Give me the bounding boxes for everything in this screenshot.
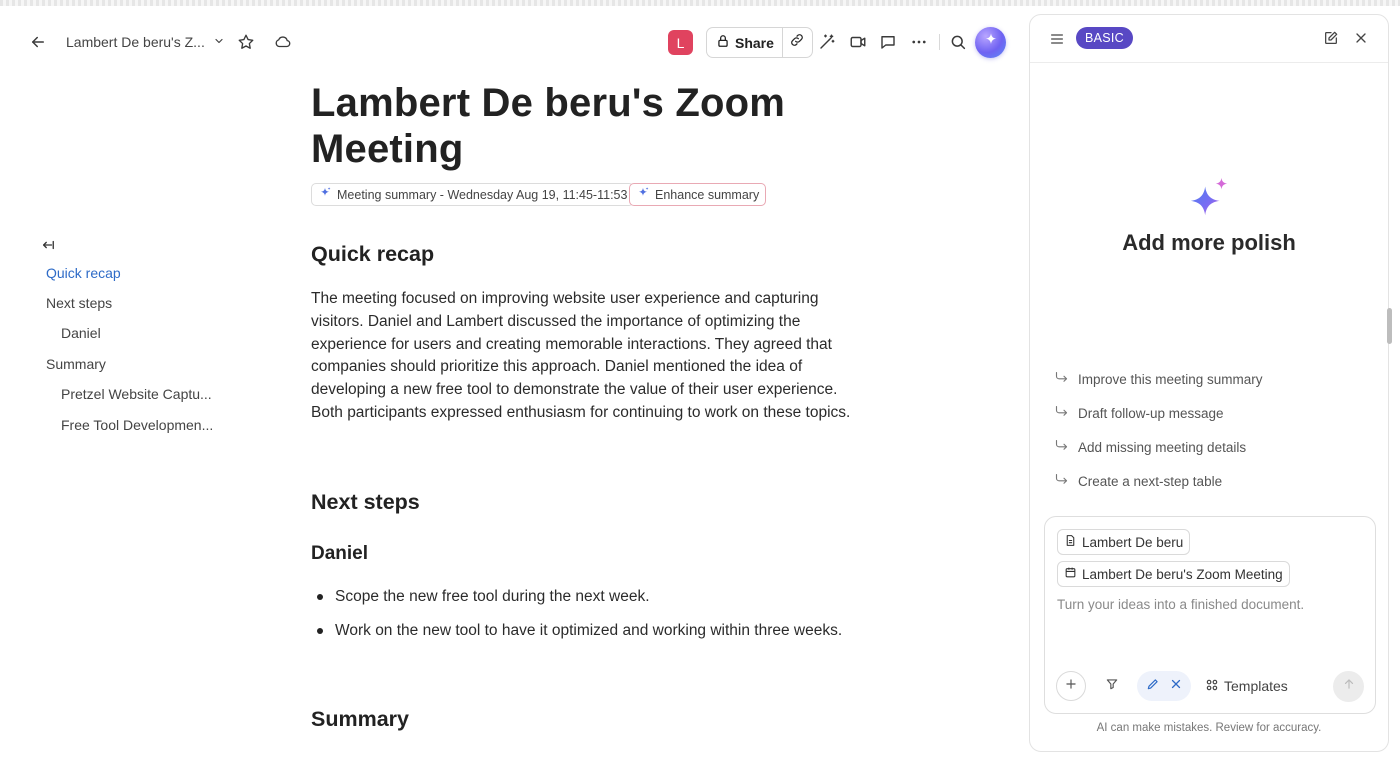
heading-quick-recap[interactable]: Quick recap bbox=[311, 242, 434, 267]
ai-assistant-button[interactable] bbox=[975, 27, 1006, 58]
sparkle-icon bbox=[983, 32, 999, 53]
list-item[interactable]: Scope the new free tool during the next … bbox=[311, 585, 866, 608]
enhance-summary-button[interactable]: Enhance summary bbox=[629, 183, 767, 206]
suggestion-label: Draft follow-up message bbox=[1078, 405, 1224, 421]
list-item[interactable]: Work on the new tool to have it optimize… bbox=[311, 619, 866, 642]
plus-icon bbox=[1064, 677, 1078, 696]
share-label: Share bbox=[735, 34, 774, 51]
outline-item-daniel[interactable]: Daniel bbox=[61, 325, 101, 341]
link-icon bbox=[789, 32, 805, 53]
send-button[interactable] bbox=[1333, 671, 1364, 702]
filter-button[interactable] bbox=[1097, 671, 1127, 701]
back-arrow-icon[interactable] bbox=[24, 28, 52, 56]
collapse-outline-icon[interactable] bbox=[41, 238, 55, 252]
suggestion-next-step-table[interactable]: Create a next-step table bbox=[1054, 472, 1222, 490]
context-chip-label: Lambert De beru bbox=[1082, 534, 1184, 550]
ai-side-panel: BASIC Add more polish Improve this meeti… bbox=[1029, 14, 1389, 752]
chevron-down-icon bbox=[213, 34, 225, 50]
suggestion-add-details[interactable]: Add missing meeting details bbox=[1054, 438, 1246, 456]
outline-item-next-steps[interactable]: Next steps bbox=[46, 295, 112, 311]
templates-label: Templates bbox=[1224, 678, 1288, 694]
meeting-summary-chip[interactable]: Meeting summary - Wednesday Aug 19, 11:4… bbox=[311, 183, 635, 206]
plan-badge[interactable]: BASIC bbox=[1076, 27, 1134, 49]
sparkle-icon bbox=[318, 186, 332, 203]
sparkle-icon bbox=[1186, 175, 1232, 221]
ai-panel-header: BASIC bbox=[1030, 15, 1388, 63]
add-attachment-button[interactable] bbox=[1056, 671, 1086, 701]
ai-panel-title: Add more polish bbox=[1122, 230, 1296, 255]
meeting-summary-label: Meeting summary - Wednesday Aug 19, 11:4… bbox=[337, 187, 628, 202]
reply-arrow-icon bbox=[1054, 438, 1069, 456]
outline-item-free-tool[interactable]: Free Tool Developmen... bbox=[61, 417, 213, 433]
reply-arrow-icon bbox=[1054, 404, 1069, 422]
quick-recap-paragraph[interactable]: The meeting focused on improving website… bbox=[311, 288, 866, 425]
arrow-up-icon bbox=[1342, 677, 1356, 696]
breadcrumb[interactable]: Lambert De beru's Z... bbox=[66, 28, 225, 56]
document-icon bbox=[1064, 534, 1077, 550]
outline-item-summary[interactable]: Summary bbox=[46, 356, 106, 372]
ai-prompt-input[interactable] bbox=[1057, 597, 1362, 612]
new-chat-icon[interactable] bbox=[1320, 27, 1342, 49]
copy-link-button[interactable] bbox=[783, 32, 812, 53]
window-top-strip bbox=[0, 0, 1400, 6]
share-button[interactable]: Share bbox=[707, 28, 783, 57]
more-options-icon[interactable] bbox=[905, 28, 933, 56]
heading-summary[interactable]: Summary bbox=[311, 707, 409, 732]
suggestion-draft-follow-up[interactable]: Draft follow-up message bbox=[1054, 404, 1224, 422]
daniel-action-list: Scope the new free tool during the next … bbox=[311, 585, 866, 653]
document-toolbar: Lambert De beru's Z... L Share bbox=[0, 22, 1028, 62]
templates-button[interactable]: Templates bbox=[1205, 671, 1288, 701]
pencil-icon bbox=[1146, 677, 1160, 696]
heading-next-steps[interactable]: Next steps bbox=[311, 490, 420, 515]
write-mode-toggle[interactable] bbox=[1137, 671, 1191, 701]
suggestion-label: Add missing meeting details bbox=[1078, 439, 1247, 455]
filter-icon bbox=[1105, 677, 1119, 696]
clear-mode-icon[interactable] bbox=[1169, 677, 1183, 696]
grid-icon bbox=[1205, 678, 1219, 695]
lock-icon bbox=[716, 34, 730, 51]
outline-item-quick-recap[interactable]: Quick recap bbox=[46, 265, 121, 281]
menu-icon[interactable] bbox=[1046, 28, 1068, 50]
suggestion-label: Create a next-step table bbox=[1078, 473, 1223, 489]
close-icon[interactable] bbox=[1350, 27, 1372, 49]
star-icon[interactable] bbox=[232, 28, 260, 56]
context-chip-label: Lambert De beru's Zoom Meeting bbox=[1082, 566, 1283, 582]
scrollbar[interactable] bbox=[1387, 308, 1392, 344]
sparkle-icon bbox=[636, 186, 650, 203]
suggestion-label: Improve this meeting summary bbox=[1078, 371, 1263, 387]
reply-arrow-icon bbox=[1054, 472, 1069, 490]
ai-compose-box: Lambert De beru Lambert De beru's Zoom M… bbox=[1044, 516, 1376, 714]
context-chip-document[interactable]: Lambert De beru bbox=[1057, 529, 1191, 555]
breadcrumb-title: Lambert De beru's Z... bbox=[66, 34, 205, 50]
avatar[interactable]: L bbox=[668, 30, 693, 55]
enhance-summary-label: Enhance summary bbox=[655, 187, 760, 202]
comment-icon[interactable] bbox=[874, 28, 902, 56]
search-icon[interactable] bbox=[944, 28, 972, 56]
heading-daniel[interactable]: Daniel bbox=[311, 543, 368, 565]
calendar-icon bbox=[1064, 566, 1077, 582]
cloud-icon[interactable] bbox=[269, 28, 297, 56]
page-title[interactable]: Lambert De beru's Zoom Meeting bbox=[311, 80, 831, 172]
toolbar-divider bbox=[939, 34, 940, 50]
outline-item-pretzel-website[interactable]: Pretzel Website Captu... bbox=[61, 386, 212, 402]
ai-disclaimer: AI can make mistakes. Review for accurac… bbox=[1096, 722, 1322, 734]
share-group: Share bbox=[706, 27, 813, 58]
magic-wand-icon[interactable] bbox=[813, 28, 841, 56]
context-chip-meeting[interactable]: Lambert De beru's Zoom Meeting bbox=[1057, 561, 1290, 587]
suggestion-improve-summary[interactable]: Improve this meeting summary bbox=[1054, 370, 1263, 388]
video-icon[interactable] bbox=[844, 28, 872, 56]
reply-arrow-icon bbox=[1054, 370, 1069, 388]
